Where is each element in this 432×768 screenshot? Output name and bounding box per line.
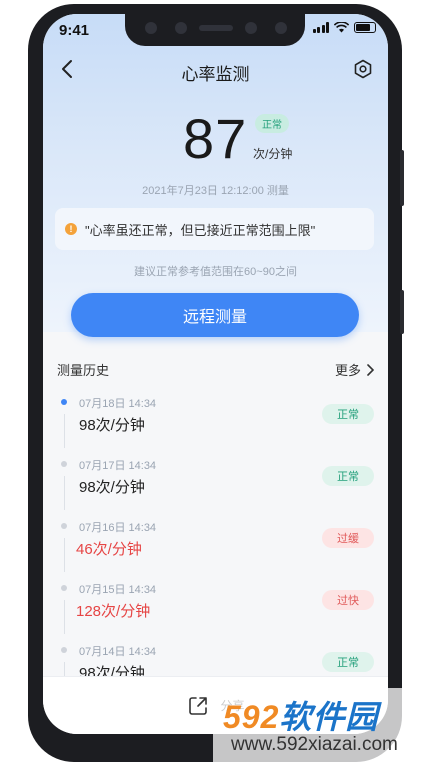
history-item[interactable]: 07月16日 14:34 46次/分钟 过缓 [43, 518, 388, 580]
volume-button [400, 150, 404, 206]
speaker-grille [199, 25, 233, 31]
timeline-dot [61, 461, 67, 467]
timeline-dot [61, 647, 67, 653]
warning-icon: ! [65, 223, 77, 235]
history-title: 测量历史 [57, 363, 110, 378]
history-status-badge: 过缓 [322, 528, 374, 548]
timeline-dot [61, 399, 67, 405]
history-time: 07月18日 14:34 [79, 398, 157, 410]
camera-notch [125, 14, 305, 46]
history-more-link[interactable]: 更多 [335, 360, 374, 379]
heart-rate-value: 87 [183, 107, 248, 170]
chevron-right-icon [367, 363, 374, 376]
history-value: 98次/分钟 [79, 417, 145, 434]
camera-icon [145, 22, 157, 34]
rate-unit: 次/分钟 [253, 147, 293, 161]
watermark-logo-text: 软件园 [279, 699, 379, 735]
alert-message: "心率虽还正常，但已接近正常范围上限" [85, 222, 316, 238]
history-status-badge: 正常 [322, 466, 374, 486]
app-screen: 9:41 心率监测 87 正常 次/分钟 2021年7月23日 12:12:00… [43, 14, 388, 734]
advice-text: 建议正常参考值范围在60~90之间 [134, 266, 297, 278]
alert-card: ! "心率虽还正常，但已接近正常范围上限" [55, 208, 374, 250]
history-value: 128次/分钟 [76, 603, 151, 620]
wifi-icon [334, 22, 349, 33]
timeline-line [63, 414, 65, 448]
history-value: 46次/分钟 [76, 541, 142, 558]
sensor-icon [245, 22, 257, 34]
watermark-logo-number: 592 [223, 699, 280, 735]
watermark-logo: 592软件园 [223, 692, 378, 738]
history-time: 07月15日 14:34 [79, 584, 157, 596]
history-item[interactable]: 07月15日 14:34 128次/分钟 过快 [43, 580, 388, 642]
timeline-dot [61, 585, 67, 591]
watermark-url: www.592xiazai.com [231, 734, 398, 755]
camera-icon [275, 22, 287, 34]
status-icons [312, 22, 376, 33]
share-icon[interactable] [186, 694, 210, 718]
power-button [400, 290, 404, 334]
timeline-line [63, 538, 65, 572]
history-time: 07月17日 14:34 [79, 460, 157, 472]
history-time: 07月14日 14:34 [79, 646, 157, 658]
history-time: 07月16日 14:34 [79, 522, 157, 534]
site-watermark: 592软件园 www.592xiazai.com [213, 688, 430, 768]
battery-icon [354, 22, 376, 33]
remote-measure-button[interactable]: 远程测量 [71, 293, 359, 337]
history-value: 98次/分钟 [79, 479, 145, 496]
history-status-badge: 过快 [322, 590, 374, 610]
timeline-line [63, 600, 65, 634]
timeline-line [63, 476, 65, 510]
more-label: 更多 [334, 363, 361, 378]
measure-timestamp: 2021年7月23日 12:12:00 测量 [142, 185, 289, 197]
history-status-badge: 正常 [322, 652, 374, 672]
timeline-dot [61, 523, 67, 529]
history-item[interactable]: 07月17日 14:34 98次/分钟 正常 [43, 456, 388, 518]
history-item[interactable]: 07月18日 14:34 98次/分钟 正常 [43, 394, 388, 456]
history-status-badge: 正常 [322, 404, 374, 424]
signal-icon [312, 22, 329, 33]
page-title: 心率监测 [181, 65, 250, 84]
sensor-icon [175, 22, 187, 34]
status-time: 9:41 [59, 22, 90, 39]
hexagon-gear-icon[interactable] [352, 58, 374, 80]
status-badge: 正常 [255, 114, 289, 133]
